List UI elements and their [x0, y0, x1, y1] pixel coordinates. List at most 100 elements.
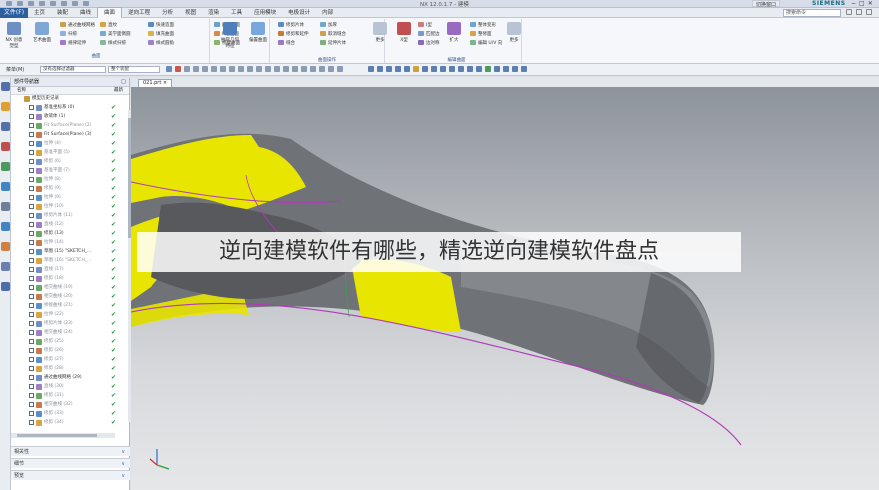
visibility-checkbox[interactable]	[29, 357, 34, 362]
tree-node[interactable]: 修剪 (25) ✔	[11, 338, 123, 346]
bounded-grid-icon[interactable]	[265, 66, 271, 72]
styled-sweep-button[interactable]: 样式扫掠	[100, 40, 126, 47]
tree-node[interactable]: 修剪 (33) ✔	[11, 410, 123, 418]
visibility-checkbox[interactable]	[29, 105, 34, 110]
column-latest[interactable]: 最新	[114, 87, 123, 95]
tree-node[interactable]: 相交曲线 (24) ✔	[11, 329, 123, 337]
assembly-navigator-icon[interactable]	[1, 82, 10, 91]
visibility-checkbox[interactable]	[29, 168, 34, 173]
tab-render[interactable]: 渲染	[202, 8, 225, 18]
visibility-checkbox[interactable]	[29, 267, 34, 272]
tree-node[interactable]: 修剪 (28) ✔	[11, 365, 123, 373]
tree-node[interactable]: 直线 (17) ✔	[11, 266, 123, 274]
tree-node[interactable]: 拉伸 (22) ✔	[11, 311, 123, 319]
tree-node[interactable]: 修剪 (6) ✔	[11, 158, 123, 166]
tree-node[interactable]: 草图 (16) "SKETCH_... ✔	[11, 257, 123, 265]
tree-node[interactable]: 修剪片体 (11) ✔	[11, 212, 123, 220]
hd3d-tools-icon[interactable]	[1, 162, 10, 171]
tree-node[interactable]: 修剪 (31) ✔	[11, 392, 123, 400]
visibility-checkbox[interactable]	[29, 384, 34, 389]
intersection-icon[interactable]	[211, 66, 217, 72]
fit-view-icon[interactable]	[368, 66, 374, 72]
tab-applications[interactable]: 应用模块	[248, 8, 282, 18]
constraint-navigator-icon[interactable]	[1, 102, 10, 111]
orient-view-icon[interactable]	[404, 66, 410, 72]
tab-view[interactable]: 视图	[179, 8, 202, 18]
quadrant-icon[interactable]	[229, 66, 235, 72]
visibility-checkbox[interactable]	[29, 195, 34, 200]
offset-surface-button[interactable]: 偏置曲面	[248, 22, 268, 52]
styled-blend-button[interactable]: 样式圆角	[148, 40, 174, 47]
settings-icon[interactable]	[846, 9, 852, 15]
tree-node[interactable]: 修剪片体 (23) ✔	[11, 320, 123, 328]
file-menu-button[interactable]: 文件(F)	[0, 7, 28, 18]
edge-symmetry-button[interactable]: 边对称	[418, 40, 440, 47]
aesthetic-face-blend-button[interactable]: 美学面倒圆	[100, 31, 131, 38]
tree-node[interactable]: 修剪 (13) ✔	[11, 230, 123, 238]
command-search-input[interactable]: 搜索命令	[783, 9, 841, 17]
visibility-checkbox[interactable]	[29, 132, 34, 137]
tab-home[interactable]: 主页	[28, 8, 51, 18]
law-extension-button[interactable]: 规律延伸	[60, 40, 86, 47]
touch-mode-icon[interactable]	[83, 1, 89, 6]
tree-node[interactable]: 相交曲线 (32) ✔	[11, 401, 123, 409]
wcs-icon[interactable]	[467, 66, 473, 72]
visibility-checkbox[interactable]	[29, 240, 34, 245]
undo-icon[interactable]	[17, 1, 23, 6]
visibility-checkbox[interactable]	[29, 150, 34, 155]
snapshot-icon[interactable]	[503, 66, 509, 72]
face-snap-icon[interactable]	[319, 66, 325, 72]
studio-surface-button[interactable]: 艺术曲面	[32, 22, 52, 52]
more-button-2[interactable]: 更多	[504, 22, 524, 52]
visibility-checkbox[interactable]	[29, 393, 34, 398]
end-point-icon[interactable]	[184, 66, 190, 72]
process-studio-icon[interactable]	[1, 222, 10, 231]
x-form-button[interactable]: X型	[394, 22, 414, 52]
redo-icon[interactable]	[28, 1, 34, 6]
clipping-icon[interactable]	[440, 66, 446, 72]
visibility-checkbox[interactable]	[29, 231, 34, 236]
tab-reverse-engineering[interactable]: 逆向工程	[122, 8, 156, 18]
tree-node[interactable]: 草图 (15) "SKETCH_... ✔	[11, 248, 123, 256]
ruled-button[interactable]: 直纹	[100, 22, 117, 29]
tree-node[interactable]: 收敛体 (1) ✔	[11, 113, 123, 121]
analysis-icon[interactable]	[485, 66, 491, 72]
visibility-checkbox[interactable]	[29, 312, 34, 317]
copy-icon[interactable]	[50, 1, 56, 6]
point-on-curve-icon[interactable]	[247, 66, 253, 72]
visibility-checkbox[interactable]	[29, 402, 34, 407]
control-point-icon[interactable]	[202, 66, 208, 72]
dependencies-panel[interactable]: 相关性 ∨	[11, 446, 130, 456]
show-hide-icon[interactable]	[458, 66, 464, 72]
tab-electrode-design[interactable]: 电极设计	[282, 8, 316, 18]
palettes-icon[interactable]	[1, 282, 10, 291]
part-navigator-icon[interactable]	[1, 122, 10, 131]
trim-and-extend-button[interactable]: 修剪和延伸	[278, 31, 309, 38]
enlarge-button[interactable]: 扩大	[444, 22, 464, 52]
save-icon[interactable]	[6, 1, 12, 6]
pole-icon[interactable]	[274, 66, 280, 72]
quick-surface-button[interactable]: 快速造面	[148, 22, 174, 29]
visibility-checkbox[interactable]	[29, 114, 34, 119]
tab-tools[interactable]: 工具	[225, 8, 248, 18]
tab-surface[interactable]: 曲面	[97, 7, 123, 18]
layer-settings-icon[interactable]	[449, 66, 455, 72]
visibility-checkbox[interactable]	[29, 303, 34, 308]
visibility-checkbox[interactable]	[29, 249, 34, 254]
point-clear-icon[interactable]	[337, 66, 343, 72]
visibility-checkbox[interactable]	[29, 204, 34, 209]
visibility-checkbox[interactable]	[29, 159, 34, 164]
visibility-checkbox[interactable]	[29, 258, 34, 263]
edit-uv-direction-button[interactable]: 编辑 U/V 向	[470, 40, 502, 47]
document-tab[interactable]: 021.prt ×	[138, 79, 173, 87]
maximize-button[interactable]: □	[859, 0, 865, 7]
tree-node[interactable]: 基准平面 (5) ✔	[11, 149, 123, 157]
point-on-face-icon[interactable]	[256, 66, 262, 72]
visibility-checkbox[interactable]	[29, 339, 34, 344]
hscroll-thumb[interactable]	[17, 434, 97, 437]
cut-icon[interactable]	[39, 1, 45, 6]
repeat-command-icon[interactable]	[72, 1, 78, 6]
tree-node[interactable]: 直线 (30) ✔	[11, 383, 123, 391]
tree-node[interactable]: 拉伸 (4) ✔	[11, 140, 123, 148]
tree-node[interactable]: Fit Surface(Plane) (3) ✔	[11, 131, 123, 139]
